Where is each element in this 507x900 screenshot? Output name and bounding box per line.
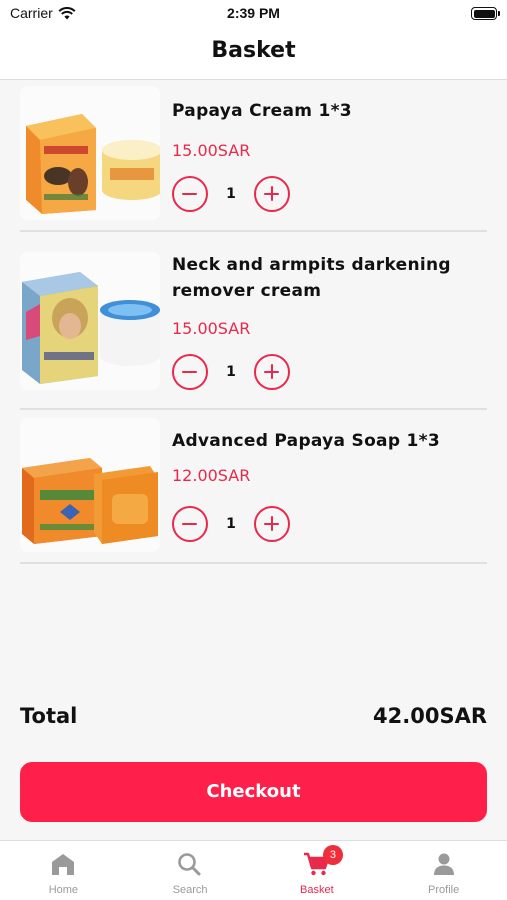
home-icon xyxy=(52,854,75,875)
quantity-stepper: 1 xyxy=(172,506,290,542)
decrease-quantity-button[interactable] xyxy=(172,176,208,212)
tab-home[interactable]: Home xyxy=(0,841,127,900)
item-name: Papaya Cream 1*3 xyxy=(172,101,352,121)
product-image xyxy=(20,86,160,220)
product-image xyxy=(20,418,160,552)
increase-quantity-button[interactable] xyxy=(254,506,290,542)
tab-label: Home xyxy=(48,884,79,896)
cart-item: Papaya Cream 1*3 15.00SAR 1 xyxy=(20,80,487,232)
tab-basket[interactable]: 3 Basket xyxy=(254,841,381,900)
quantity-value: 1 xyxy=(226,516,236,532)
status-bar: Carrier 2:39 PM xyxy=(0,0,507,28)
clock: 2:39 PM xyxy=(227,5,280,21)
total-row: Total 42.00SAR xyxy=(20,704,487,736)
tab-label: Profile xyxy=(428,884,460,896)
product-image xyxy=(20,252,160,390)
tab-profile[interactable]: Profile xyxy=(380,841,507,900)
cart-list: Papaya Cream 1*3 15.00SAR 1 Neck and arm… xyxy=(20,80,487,564)
battery-icon xyxy=(471,7,500,20)
decrease-quantity-button[interactable] xyxy=(172,506,208,542)
increase-quantity-button[interactable] xyxy=(254,176,290,212)
total-value: 42.00SAR xyxy=(373,704,487,728)
tab-label: Basket xyxy=(300,884,334,896)
tab-bar: Home Search 3 Basket Profile xyxy=(0,840,507,900)
total-label: Total xyxy=(20,704,78,728)
checkout-button[interactable]: Checkout xyxy=(20,762,487,822)
item-price: 15.00SAR xyxy=(172,319,251,338)
cart-count-badge: 3 xyxy=(322,845,343,865)
tab-search[interactable]: Search xyxy=(127,841,254,900)
tab-label: Search xyxy=(172,884,208,896)
navigation-bar: Basket xyxy=(0,28,507,80)
search-icon xyxy=(178,853,201,876)
quantity-stepper: 1 xyxy=(172,354,290,390)
quantity-value: 1 xyxy=(226,364,236,380)
item-price: 12.00SAR xyxy=(172,466,251,485)
cart-item: Advanced Papaya Soap 1*3 12.00SAR 1 xyxy=(20,410,487,564)
item-name: Neck and armpits darkening remover cream xyxy=(172,255,451,301)
quantity-value: 1 xyxy=(226,186,236,202)
increase-quantity-button[interactable] xyxy=(254,354,290,390)
item-price: 15.00SAR xyxy=(172,141,251,160)
page-title: Basket xyxy=(211,38,296,63)
decrease-quantity-button[interactable] xyxy=(172,354,208,390)
quantity-stepper: 1 xyxy=(172,176,290,212)
person-icon xyxy=(433,853,454,875)
cart-item: Neck and armpits darkening remover cream… xyxy=(20,232,487,410)
item-name: Advanced Papaya Soap 1*3 xyxy=(172,431,440,451)
